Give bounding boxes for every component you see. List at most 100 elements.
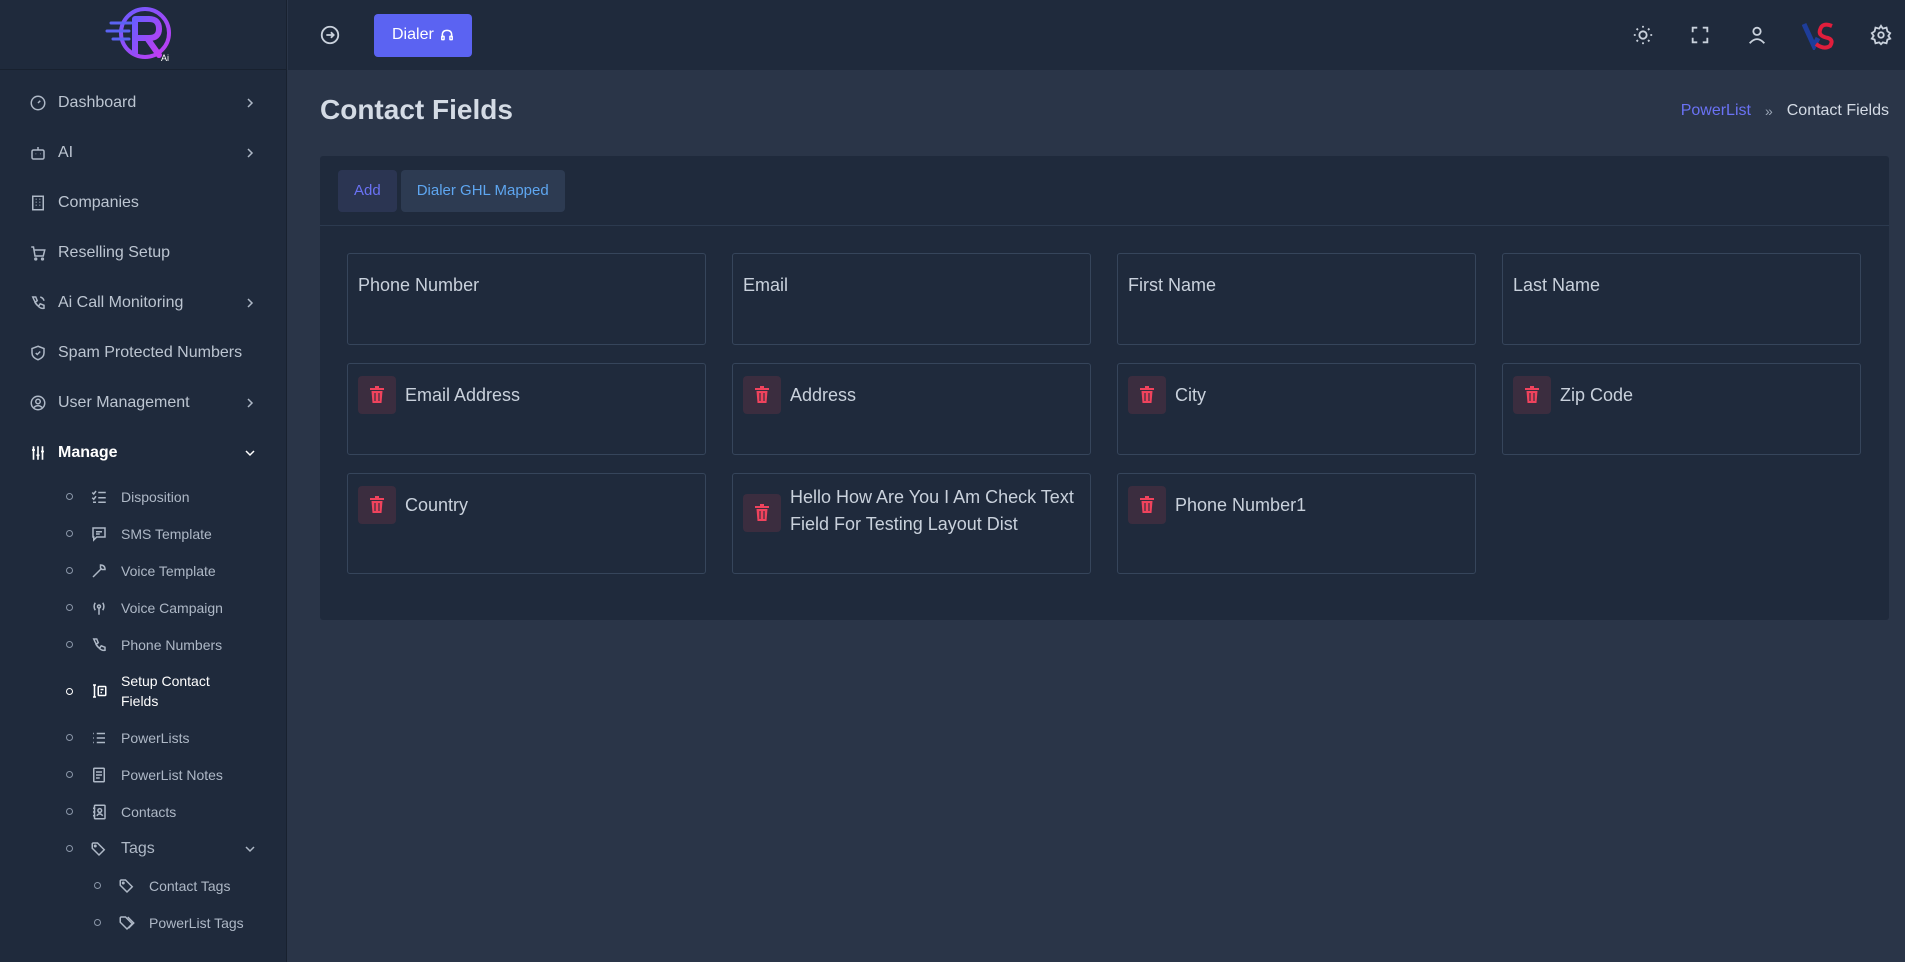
delete-field-button[interactable] (1128, 376, 1166, 414)
sidebar-subitem-contacts[interactable]: Contacts (0, 793, 286, 830)
sidebar-subitem-powerlist-tags[interactable]: PowerList Tags (0, 904, 286, 941)
sidebar-item-dashboard[interactable]: Dashboard (0, 78, 286, 128)
sliders-icon (28, 443, 48, 463)
sidebar-item-ai[interactable]: AI (0, 128, 286, 178)
trash-icon (1140, 496, 1154, 513)
bullet-icon (66, 641, 73, 648)
brand-avatar-icon[interactable] (1802, 20, 1836, 50)
breadcrumb-current: Contact Fields (1786, 102, 1889, 119)
dialer-ghl-mapped-button[interactable]: Dialer GHL Mapped (400, 169, 565, 212)
phone-call-icon (28, 293, 48, 313)
sidebar-subitem-sms-template[interactable]: SMS Template (0, 515, 286, 552)
sidebar-item-ai-call-monitoring[interactable]: Ai Call Monitoring (0, 278, 286, 328)
tag-icon (117, 876, 137, 896)
logo-text: Ai (161, 53, 169, 63)
building-icon (28, 193, 48, 213)
bullet-icon (66, 734, 73, 741)
list-icon (89, 728, 109, 748)
add-field-button[interactable]: Add (338, 169, 397, 212)
dialer-button-label: Dialer (392, 26, 434, 43)
logo[interactable]: Ai (0, 0, 286, 70)
sidebar-subitem-label: SMS Template (121, 525, 212, 542)
sidebar-item-label: AI (58, 144, 74, 161)
delete-field-button[interactable] (1513, 376, 1551, 414)
bullet-icon (66, 808, 73, 815)
sidebar-subitem-voice-template[interactable]: Voice Template (0, 552, 286, 589)
sidebar-item-label: User Management (58, 394, 190, 411)
field-name: First Name (1128, 275, 1217, 295)
sidebar-item-manage[interactable]: Manage (0, 428, 286, 478)
card-header: Add Dialer GHL Mapped (320, 156, 1889, 226)
sidebar-subitem-disposition[interactable]: Disposition (0, 478, 286, 515)
chevron-right-icon (247, 298, 254, 308)
contact-field-phone-number: Phone Number (347, 253, 706, 345)
sidebar-subitem-label: Phone Numbers (121, 636, 223, 653)
main-content: Contact Fields PowerList » Contact Field… (288, 70, 1905, 962)
sidebar-subitem-label: PowerLists (121, 729, 190, 746)
sidebar-subitem-label: Contacts (121, 803, 177, 820)
sidebar-subitem-contact-tags[interactable]: Contact Tags (0, 867, 286, 904)
delete-field-button[interactable] (743, 494, 781, 532)
sun-icon[interactable] (1631, 23, 1655, 47)
contact-field-last-name: Last Name (1502, 253, 1861, 345)
sidebar-item-user-management[interactable]: User Management (0, 378, 286, 428)
logo-icon: Ai (105, 6, 171, 63)
sidebar-item-label: Ai Call Monitoring (58, 294, 184, 311)
notes-icon (89, 765, 109, 785)
sidebar-item-spam-protected-numbers[interactable]: Spam Protected Numbers (0, 328, 286, 378)
sidebar-item-companies[interactable]: Companies (0, 178, 286, 228)
sidebar-item-label: Reselling Setup (58, 244, 171, 261)
shield-icon (28, 343, 48, 363)
contact-field-address: Address (732, 363, 1091, 455)
sidebar-item-label: Spam Protected Numbers (58, 344, 243, 361)
field-name: City (1175, 385, 1206, 405)
bullet-icon (66, 604, 73, 611)
sidebar-subitem-label: Voice Campaign (121, 599, 223, 616)
bullet-icon (66, 567, 73, 574)
field-name: Email Address (405, 385, 521, 405)
delete-field-button[interactable] (1128, 486, 1166, 524)
sidebar-subitem-setup-contact-fields[interactable]: Setup Contact Fields (0, 663, 286, 719)
contact-fields-card: Add Dialer GHL Mapped Phone Number Email… (320, 156, 1889, 620)
sidebar-item-reselling-setup[interactable]: Reselling Setup (0, 228, 286, 278)
gauge-icon (28, 93, 48, 113)
field-name: Hello How Are You I Am Check Text Field … (790, 487, 1074, 534)
broadcast-icon (89, 598, 109, 618)
user-icon[interactable] (1745, 23, 1769, 47)
sidebar-subitem-voice-campaign[interactable]: Voice Campaign (0, 589, 286, 626)
sidebar-subitem-phone-numbers[interactable]: Phone Numbers (0, 626, 286, 663)
chevron-right-icon (247, 148, 254, 158)
delete-field-button[interactable] (358, 376, 396, 414)
field-name: Country (405, 495, 469, 515)
bullet-icon (66, 493, 73, 500)
field-name: Address (790, 385, 857, 405)
field-name: Phone Number (358, 275, 480, 295)
field-name: Last Name (1513, 275, 1601, 295)
dialer-button[interactable]: Dialer (374, 13, 472, 57)
fullscreen-icon[interactable] (1688, 23, 1712, 47)
tags-icon (117, 913, 137, 933)
delete-field-button[interactable] (743, 376, 781, 414)
robot-icon (28, 143, 48, 163)
trash-icon (370, 386, 384, 403)
sidebar-item-label: Manage (58, 444, 118, 461)
sidebar-subitem-powerlists[interactable]: PowerLists (0, 719, 286, 756)
bullet-icon (66, 530, 73, 537)
sidebar-subitem-powerlist-notes[interactable]: PowerList Notes (0, 756, 286, 793)
field-name: Phone Number1 (1175, 495, 1307, 515)
sidebar-subitem-label: Disposition (121, 488, 190, 505)
sidebar-toggle-icon[interactable] (318, 23, 342, 47)
contact-field-city: City (1117, 363, 1476, 455)
double-chevron-right-icon: » (1764, 103, 1773, 119)
gear-icon[interactable] (1869, 23, 1893, 47)
sidebar-subitem-tags[interactable]: Tags (0, 830, 286, 867)
header-actions (1598, 0, 1893, 70)
delete-field-button[interactable] (358, 486, 396, 524)
chevron-right-icon (247, 398, 254, 408)
trash-icon (755, 504, 769, 521)
contact-field-email: Email (732, 253, 1091, 345)
breadcrumb-parent-link[interactable]: PowerList (1681, 102, 1751, 120)
sidebar-item-label: Dashboard (58, 94, 137, 111)
chevron-down-icon (245, 450, 255, 457)
checklist-icon (89, 487, 109, 507)
